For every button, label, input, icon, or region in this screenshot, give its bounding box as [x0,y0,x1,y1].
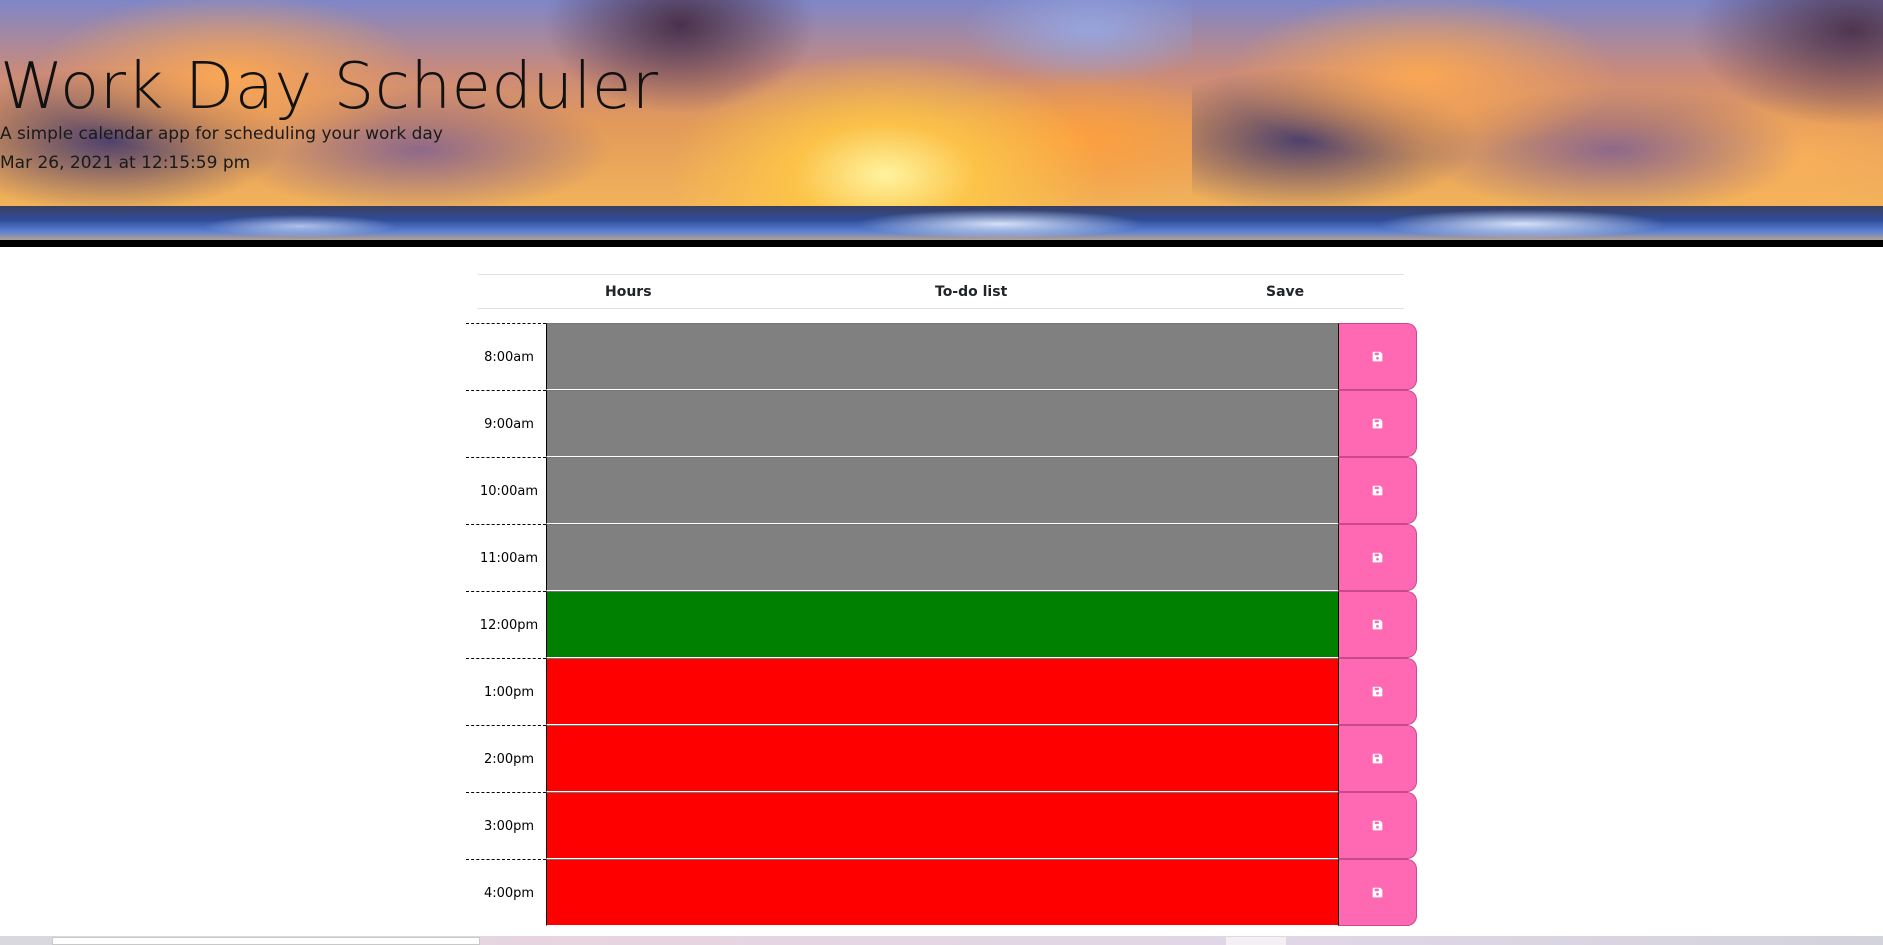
save-button[interactable] [1338,792,1417,859]
save-button[interactable] [1338,524,1417,591]
todo-textarea[interactable] [546,323,1339,390]
hour-label: 10:00am [466,457,546,524]
column-header-todo: To-do list [935,284,1008,300]
todo-textarea[interactable] [546,658,1339,725]
time-block-row: 4:00pm [466,859,1417,926]
todo-textarea[interactable] [546,859,1339,926]
todo-textarea[interactable] [546,390,1339,457]
taskbar-search-box[interactable] [52,937,480,945]
todo-textarea[interactable] [546,591,1339,658]
hour-label: 2:00pm [466,725,546,792]
time-block-row: 3:00pm [466,792,1417,859]
hour-label: 9:00am [466,390,546,457]
time-block-row: 9:00am [466,390,1417,457]
hour-label: 4:00pm [466,859,546,926]
save-button[interactable] [1338,390,1417,457]
todo-textarea[interactable] [546,457,1339,524]
floppy-disk-icon [1372,619,1383,630]
schedule-table-header: Hours To-do list Save [478,274,1404,309]
hour-label: 8:00am [466,323,546,390]
time-block-row: 8:00am [466,323,1417,390]
save-button[interactable] [1338,323,1417,390]
hour-label: 12:00pm [466,591,546,658]
taskbar-clock [1774,937,1834,945]
column-header-hours: Hours [605,284,652,300]
hour-label: 11:00am [466,524,546,591]
floppy-disk-icon [1372,820,1383,831]
floppy-disk-icon [1372,552,1383,563]
save-button[interactable] [1338,725,1417,792]
taskbar-app-button[interactable] [1226,937,1286,945]
time-block-row: 10:00am [466,457,1417,524]
save-button[interactable] [1338,859,1417,926]
floppy-disk-icon [1372,418,1383,429]
todo-textarea[interactable] [546,792,1339,859]
save-button[interactable] [1338,457,1417,524]
header-border [0,240,1883,247]
floppy-disk-icon [1372,753,1383,764]
column-header-save: Save [1266,284,1305,300]
page-title: Work Day Scheduler [0,50,659,124]
floppy-disk-icon [1372,485,1383,496]
current-datetime: Mar 26, 2021 at 12:15:59 pm [0,153,251,173]
hour-label: 3:00pm [466,792,546,859]
floppy-disk-icon [1372,686,1383,697]
save-button[interactable] [1338,591,1417,658]
floppy-disk-icon [1372,887,1383,898]
todo-textarea[interactable] [546,725,1339,792]
time-block-row: 1:00pm [466,658,1417,725]
time-block-row: 12:00pm [466,591,1417,658]
hour-label: 1:00pm [466,658,546,725]
time-block-row: 11:00am [466,524,1417,591]
floppy-disk-icon [1372,351,1383,362]
save-button[interactable] [1338,658,1417,725]
todo-textarea[interactable] [546,524,1339,591]
page-subtitle: A simple calendar app for scheduling you… [0,124,443,144]
time-block-row: 2:00pm [466,725,1417,792]
header-hero: Work Day Scheduler A simple calendar app… [0,0,1883,240]
